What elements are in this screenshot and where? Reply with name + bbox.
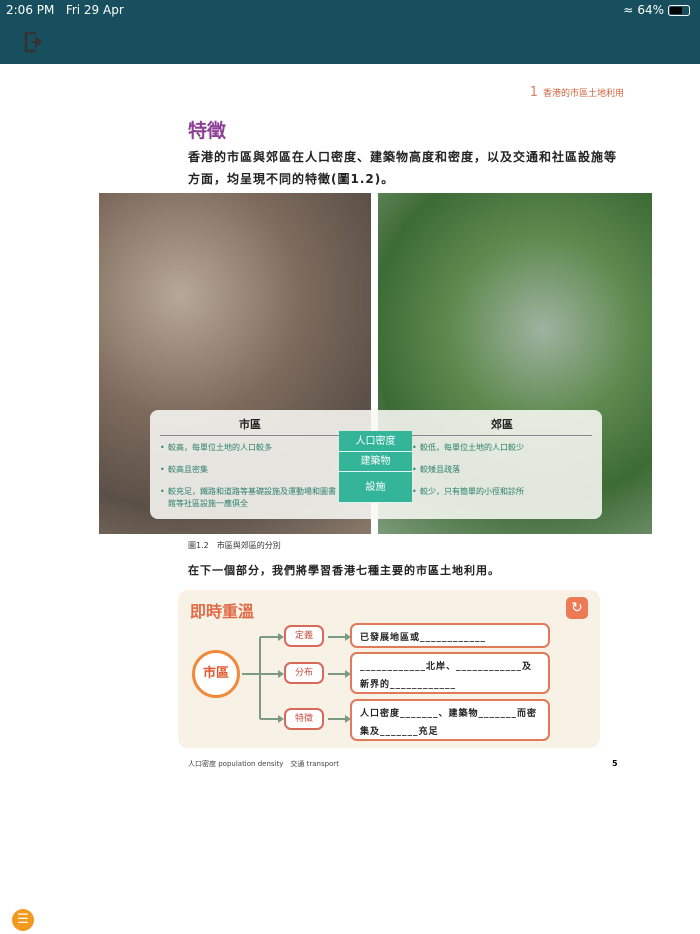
battery-percent: 64%: [637, 3, 664, 17]
comparison-panel: 市區 較高，每單位土地的人口較多 較高且密集 較充足，鐵路和道路等基礎設施及運動…: [150, 410, 602, 519]
exit-icon[interactable]: [22, 30, 46, 54]
chapter-title: 香港的市區土地利用: [542, 89, 624, 99]
answer-box-characteristics[interactable]: 人口密度_______、建築物_______而密集及_______充足: [350, 699, 550, 741]
menu-icon[interactable]: ☰: [12, 909, 34, 931]
criterion: 設施: [339, 472, 412, 503]
criterion: 人口密度: [339, 431, 412, 452]
page-number: 5: [612, 759, 618, 768]
chapter-header: 1 香港的市區土地利用: [530, 85, 624, 100]
tag-characteristics: 特徵: [284, 708, 324, 730]
urban-point: 較高，每單位土地的人口較多: [160, 442, 340, 454]
figure-caption: 圖1.2 市區與郊區的分別: [188, 541, 281, 550]
status-right: ≈ 64%: [623, 3, 690, 17]
status-time: 2:06 PM Fri 29 Apr: [6, 3, 124, 17]
next-section-text: 在下一個部分，我們將學習香港七種主要的市區土地利用。: [188, 564, 500, 577]
urban-column: 市區 較高，每單位土地的人口較多 較高且密集 較充足，鐵路和道路等基礎設施及運動…: [160, 416, 340, 520]
hub-urban: 市區: [192, 650, 240, 698]
wifi-icon: ≈: [623, 3, 634, 17]
answer-box-distribution[interactable]: ____________北岸、____________及新界的_________…: [350, 652, 550, 694]
rural-column: 郊區 較低，每單位土地的人口較少 較矮且疏落 較少，只有簡單的小徑和診所: [412, 416, 592, 508]
date: Fri 29 Apr: [65, 3, 124, 17]
time: 2:06 PM: [6, 3, 55, 17]
rural-point: 較低，每單位土地的人口較少: [412, 442, 592, 454]
tag-distribution: 分布: [284, 662, 324, 684]
criterion: 建築物: [339, 452, 412, 472]
footer-terms: 人口密度 population density 交通 transport: [188, 760, 339, 768]
rural-point: 較少，只有簡單的小徑和診所: [412, 486, 592, 498]
tag-definition: 定義: [284, 625, 324, 647]
quick-review-card: 即時重溫 ↻ 市區 定義 分布 特徵 已發展地區或____________ __…: [178, 590, 600, 748]
section-title: 特徵: [188, 120, 227, 142]
answer-box-definition[interactable]: 已發展地區或____________: [350, 623, 550, 648]
intro-paragraph: 香港的市區與郊區在人口密度、建築物高度和密度，以及交通和社區設施等方面，均呈現不…: [188, 150, 618, 186]
app-header: 2:06 PM Fri 29 Apr ≈ 64%: [0, 0, 700, 64]
urban-heading: 市區: [160, 416, 340, 436]
battery-icon: [668, 4, 690, 16]
urban-point: 較充足，鐵路和道路等基礎設施及運動場和圖書館等社區設施一應俱全: [160, 486, 340, 510]
chapter-number: 1: [529, 85, 538, 100]
rural-point: 較矮且疏落: [412, 464, 592, 476]
rural-heading: 郊區: [412, 416, 592, 436]
urban-point: 較高且密集: [160, 464, 340, 476]
criteria-column: 人口密度 建築物 設施: [339, 431, 412, 503]
